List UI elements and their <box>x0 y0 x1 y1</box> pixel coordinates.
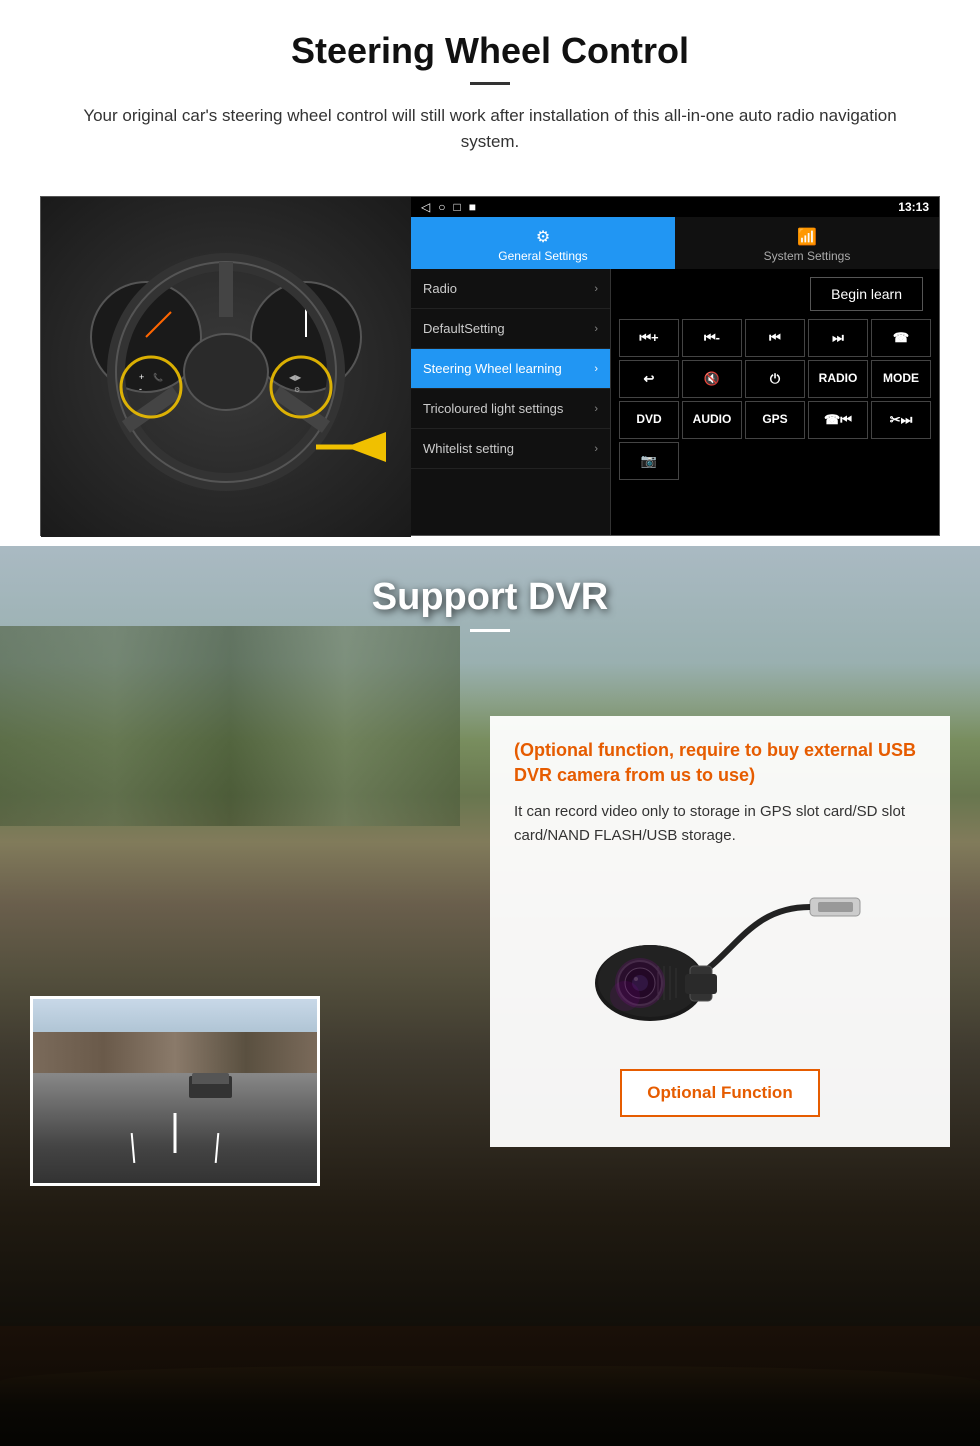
dashboard-hint <box>0 1366 980 1446</box>
ctrl-mode[interactable]: MODE <box>871 360 931 398</box>
arrow-icon: › <box>594 323 598 335</box>
controls-panel: Begin learn ⏮+ ⏮- ⏮ ⏭ ☎ ↩ 🔇 ⏻ <box>611 269 939 535</box>
status-bar: ◁ ○ □ ■ 13:13 <box>411 197 939 217</box>
recent-icon[interactable]: □ <box>453 200 460 214</box>
dvr-preview-window <box>30 996 320 1186</box>
ctrl-vol-up[interactable]: ⏮+ <box>619 319 679 357</box>
svg-text:📞: 📞 <box>153 372 163 382</box>
ctrl-next[interactable]: ⏭ <box>808 319 868 357</box>
ctrl-back[interactable]: ↩ <box>619 360 679 398</box>
system-icon: 📶 <box>680 227 934 247</box>
ctrl-phone-next[interactable]: ✂⏭ <box>871 401 931 439</box>
trees-left <box>0 626 460 826</box>
svg-text:+: + <box>139 372 144 382</box>
back-icon[interactable]: ◁ <box>421 200 430 214</box>
ctrl-power[interactable]: ⏻ <box>745 360 805 398</box>
svg-text:◀▶: ◀▶ <box>289 373 302 382</box>
menu-item-default[interactable]: DefaultSetting › <box>411 309 610 349</box>
ctrl-gps[interactable]: GPS <box>745 401 805 439</box>
tab-general-settings[interactable]: ⚙ General Settings <box>411 217 675 269</box>
gear-icon: ⚙ <box>416 227 670 247</box>
svg-text:⚙: ⚙ <box>294 386 300 394</box>
road-line-center <box>174 1113 177 1153</box>
settings-tabs: ⚙ General Settings 📶 System Settings <box>411 217 939 269</box>
menu-item-radio[interactable]: Radio › <box>411 269 610 309</box>
steering-section: Steering Wheel Control Your original car… <box>0 0 980 536</box>
control-row-3: DVD AUDIO GPS ☎⏮ ✂⏭ <box>619 401 931 439</box>
dvr-section: Support DVR (Optional function, require … <box>0 546 980 1446</box>
arrow-icon: › <box>594 443 598 455</box>
menu-item-whitelist[interactable]: Whitelist setting › <box>411 429 610 469</box>
menu-steering-label: Steering Wheel learning <box>423 361 562 376</box>
arrow-icon: › <box>594 363 598 375</box>
menu-item-steering[interactable]: Steering Wheel learning › <box>411 349 610 389</box>
dvr-device-area <box>514 868 926 1069</box>
dvr-device-svg <box>570 878 870 1048</box>
preview-buildings <box>33 1032 317 1078</box>
begin-learn-button[interactable]: Begin learn <box>810 277 923 311</box>
ctrl-radio[interactable]: RADIO <box>808 360 868 398</box>
svg-text:-: - <box>139 384 142 394</box>
dvr-description: It can record video only to storage in G… <box>514 800 926 848</box>
dvr-card: (Optional function, require to buy exter… <box>490 716 950 1147</box>
ctrl-camera[interactable]: 📷 <box>619 442 679 480</box>
menu-list: Radio › DefaultSetting › Steering Wheel … <box>411 269 611 535</box>
ctrl-phone-prev[interactable]: ☎⏮ <box>808 401 868 439</box>
tab-system-settings[interactable]: 📶 System Settings <box>675 217 939 269</box>
menu-icon[interactable]: ■ <box>469 200 476 214</box>
dvr-title: Support DVR <box>0 576 980 619</box>
dvr-optional-title: (Optional function, require to buy exter… <box>514 738 926 788</box>
dvr-title-overlay: Support DVR <box>0 546 980 642</box>
menu-item-tricolor[interactable]: Tricoloured light settings › <box>411 389 610 429</box>
menu-and-controls: Radio › DefaultSetting › Steering Wheel … <box>411 269 939 535</box>
menu-default-label: DefaultSetting <box>423 321 505 336</box>
tab-general-label: General Settings <box>498 249 587 263</box>
menu-whitelist-label: Whitelist setting <box>423 441 514 456</box>
control-row-2: ↩ 🔇 ⏻ RADIO MODE <box>619 360 931 398</box>
dvr-title-divider <box>470 629 510 632</box>
ctrl-phone[interactable]: ☎ <box>871 319 931 357</box>
dvr-bottom-dark <box>0 1326 980 1446</box>
ctrl-mute[interactable]: 🔇 <box>682 360 742 398</box>
android-ui: ◁ ○ □ ■ 13:13 ⚙ General Settings 📶 Syste… <box>411 197 939 535</box>
control-row-1: ⏮+ ⏮- ⏮ ⏭ ☎ <box>619 319 931 357</box>
steering-subtitle: Your original car's steering wheel contr… <box>80 103 900 154</box>
tab-system-label: System Settings <box>764 249 851 263</box>
steering-title: Steering Wheel Control <box>40 30 940 72</box>
steering-wheel-image: + - 📞 ◀▶ ⚙ <box>41 197 411 537</box>
optional-function-button[interactable]: Optional Function <box>620 1069 820 1117</box>
ctrl-dvd[interactable]: DVD <box>619 401 679 439</box>
status-time: 13:13 <box>898 200 929 214</box>
preview-car-roof <box>192 1073 229 1084</box>
dvr-background: Support DVR (Optional function, require … <box>0 546 980 1326</box>
menu-tricolor-label: Tricoloured light settings <box>423 401 563 416</box>
ctrl-vol-down[interactable]: ⏮- <box>682 319 742 357</box>
ctrl-audio[interactable]: AUDIO <box>682 401 742 439</box>
menu-radio-label: Radio <box>423 281 457 296</box>
ctrl-prev[interactable]: ⏮ <box>745 319 805 357</box>
home-icon[interactable]: ○ <box>438 200 445 214</box>
nav-icons: ◁ ○ □ ■ <box>421 200 476 214</box>
begin-learn-area: Begin learn <box>619 277 931 311</box>
title-divider <box>470 82 510 85</box>
arrow-icon: › <box>594 283 598 295</box>
control-row-4: 📷 <box>619 442 931 480</box>
arrow-icon: › <box>594 403 598 415</box>
steering-panel: + - 📞 ◀▶ ⚙ ◁ ○ □ ■ <box>40 196 940 536</box>
